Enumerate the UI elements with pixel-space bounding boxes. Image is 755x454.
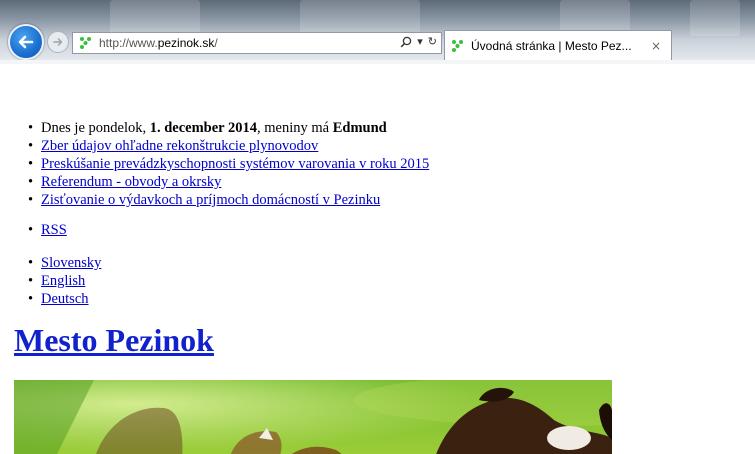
news-link[interactable]: Referendum - obvody a okrsky [41, 174, 221, 190]
site-title-link[interactable]: Mesto Pezinok [14, 322, 214, 358]
url-suffix: / [214, 36, 218, 50]
chevron-down-icon[interactable]: ▾ [417, 35, 423, 48]
tab-title: Úvodná stránka | Mesto Pez... [471, 38, 632, 53]
news-list: Dnes je pondelok, 1. december 2014, meni… [28, 119, 755, 209]
name-day-prefix: , meniny má [256, 120, 333, 136]
news-link[interactable]: Zisťovanie o výdavkoch a príjmoch domácn… [41, 192, 380, 208]
tab-active[interactable]: Úvodná stránka | Mesto Pez... × [444, 30, 672, 60]
date-prefix: Dnes je pondelok, [41, 120, 150, 136]
horses-illustration [14, 380, 612, 454]
search-icon[interactable] [400, 36, 412, 48]
language-link-sk[interactable]: Slovensky [41, 255, 101, 271]
address-controls: ▾ ↻ [400, 35, 437, 48]
language-link-de[interactable]: Deutsch [41, 291, 89, 307]
list-item: Slovensky [28, 254, 755, 272]
background-blur [300, 0, 420, 36]
forward-button[interactable] [47, 31, 69, 53]
language-list: Slovensky English Deutsch [28, 254, 755, 308]
name-day-value: Edmund [332, 120, 387, 136]
arrow-right-icon [53, 38, 63, 46]
tab-favicon-icon [452, 39, 463, 52]
rss-link[interactable]: RSS [41, 222, 67, 238]
list-item: Zisťovanie o výdavkoch a príjmoch domácn… [28, 191, 755, 209]
list-item: RSS [28, 221, 755, 239]
close-icon[interactable]: × [651, 39, 661, 53]
list-item: Deutsch [28, 290, 755, 308]
header-banner-image [14, 380, 612, 454]
news-link[interactable]: Zber údajov ohľadne rekonštrukcie plynov… [41, 138, 318, 154]
refresh-icon[interactable]: ↻ [428, 35, 437, 48]
background-blur [690, 0, 740, 36]
site-title: Mesto Pezinok [14, 322, 214, 358]
url-domain: pezinok.sk [157, 36, 215, 50]
rss-list: RSS [28, 221, 755, 239]
url-text[interactable]: http://www.pezinok.sk/ [99, 36, 218, 50]
news-link[interactable]: Preskúšanie prevádzkyschopnosti systémov… [41, 156, 429, 172]
back-button[interactable] [8, 24, 44, 60]
arrow-left-icon [18, 35, 34, 49]
list-item: Referendum - obvody a okrsky [28, 173, 755, 191]
date-line: Dnes je pondelok, 1. december 2014, meni… [28, 119, 755, 137]
browser-chrome: http://www.pezinok.sk/ ▾ ↻ Úvodná stránk… [0, 0, 755, 64]
date-value: 1. december 2014 [149, 120, 257, 136]
language-link-en[interactable]: English [41, 273, 85, 289]
site-favicon-icon [80, 37, 91, 49]
list-item: Zber údajov ohľadne rekonštrukcie plynov… [28, 137, 755, 155]
url-prefix: http://www. [99, 36, 158, 50]
list-item: English [28, 272, 755, 290]
page-content: Dnes je pondelok, 1. december 2014, meni… [0, 64, 755, 454]
address-bar[interactable]: http://www.pezinok.sk/ ▾ ↻ [72, 32, 442, 54]
background-blur [110, 0, 200, 36]
list-item: Preskúšanie prevádzkyschopnosti systémov… [28, 155, 755, 173]
